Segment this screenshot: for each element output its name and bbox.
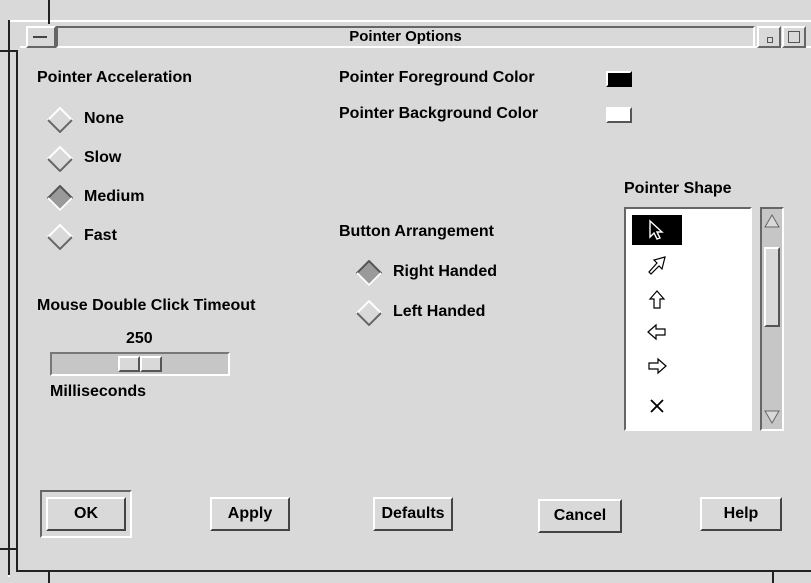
up-arrow-pointer-icon[interactable] xyxy=(632,285,682,315)
ok-button[interactable]: OK xyxy=(46,497,126,531)
window-resize-handle-top[interactable] xyxy=(48,0,50,24)
radio-left-handed-label[interactable]: Left Handed xyxy=(393,303,485,321)
button-arrangement-label: Button Arrangement xyxy=(339,223,494,240)
scroll-down-arrow-icon[interactable] xyxy=(764,409,780,425)
minimize-icon[interactable] xyxy=(757,26,781,48)
help-button[interactable]: Help xyxy=(700,497,782,531)
radio-medium-label[interactable]: Medium xyxy=(84,188,144,206)
window-resize-handle-bottom[interactable] xyxy=(48,572,50,583)
window-inner-edge xyxy=(16,50,18,572)
pointer-shape-list[interactable] xyxy=(624,207,752,431)
background-color-label: Pointer Background Color xyxy=(339,105,539,122)
radio-medium[interactable] xyxy=(47,185,73,211)
right-arrow-pointer-icon[interactable] xyxy=(632,351,682,381)
double-click-timeout-label: Mouse Double Click Timeout xyxy=(37,297,256,314)
radio-slow[interactable] xyxy=(47,146,73,172)
pointer-shape-label: Pointer Shape xyxy=(624,180,732,197)
radio-fast[interactable] xyxy=(47,224,73,250)
scroll-up-arrow-icon[interactable] xyxy=(764,213,780,229)
window-title[interactable]: Pointer Options xyxy=(56,26,755,48)
window-bottom-edge xyxy=(16,570,811,572)
radio-slow-label[interactable]: Slow xyxy=(84,149,121,167)
timeout-slider[interactable] xyxy=(50,352,230,376)
timeout-units-label: Milliseconds xyxy=(50,383,147,400)
radio-left-handed[interactable] xyxy=(356,300,382,326)
radio-right-handed[interactable] xyxy=(356,260,382,286)
window-corner xyxy=(8,20,10,22)
pointer-shape-scrollbar[interactable] xyxy=(760,207,784,431)
slider-thumb-right[interactable] xyxy=(140,356,162,372)
window-menu-icon[interactable] xyxy=(26,26,56,48)
foreground-color-label: Pointer Foreground Color xyxy=(339,69,535,86)
left-arrow-pointer-icon[interactable] xyxy=(632,317,682,347)
radio-right-handed-label[interactable]: Right Handed xyxy=(393,263,497,281)
pointer-acceleration-label: Pointer Acceleration xyxy=(37,69,193,86)
foreground-color-swatch[interactable] xyxy=(606,71,632,87)
arrow-pointer-icon[interactable] xyxy=(632,215,682,245)
scrollbar-thumb[interactable] xyxy=(764,247,780,327)
radio-none-label[interactable]: None xyxy=(84,110,124,128)
apply-button[interactable]: Apply xyxy=(210,497,290,531)
cancel-button[interactable]: Cancel xyxy=(538,499,622,533)
x-cursor-icon[interactable] xyxy=(632,391,682,421)
radio-none[interactable] xyxy=(47,107,73,133)
window-resize-handle-bottom-right[interactable] xyxy=(772,572,774,583)
window-left-edge[interactable] xyxy=(8,20,10,575)
maximize-icon[interactable] xyxy=(782,26,806,48)
background-color-swatch[interactable] xyxy=(606,107,632,123)
slider-thumb[interactable] xyxy=(118,356,140,372)
defaults-button[interactable]: Defaults xyxy=(373,497,453,531)
radio-fast-label[interactable]: Fast xyxy=(84,227,117,245)
angled-arrow-pointer-icon[interactable] xyxy=(632,251,682,281)
timeout-value: 250 xyxy=(126,330,153,347)
